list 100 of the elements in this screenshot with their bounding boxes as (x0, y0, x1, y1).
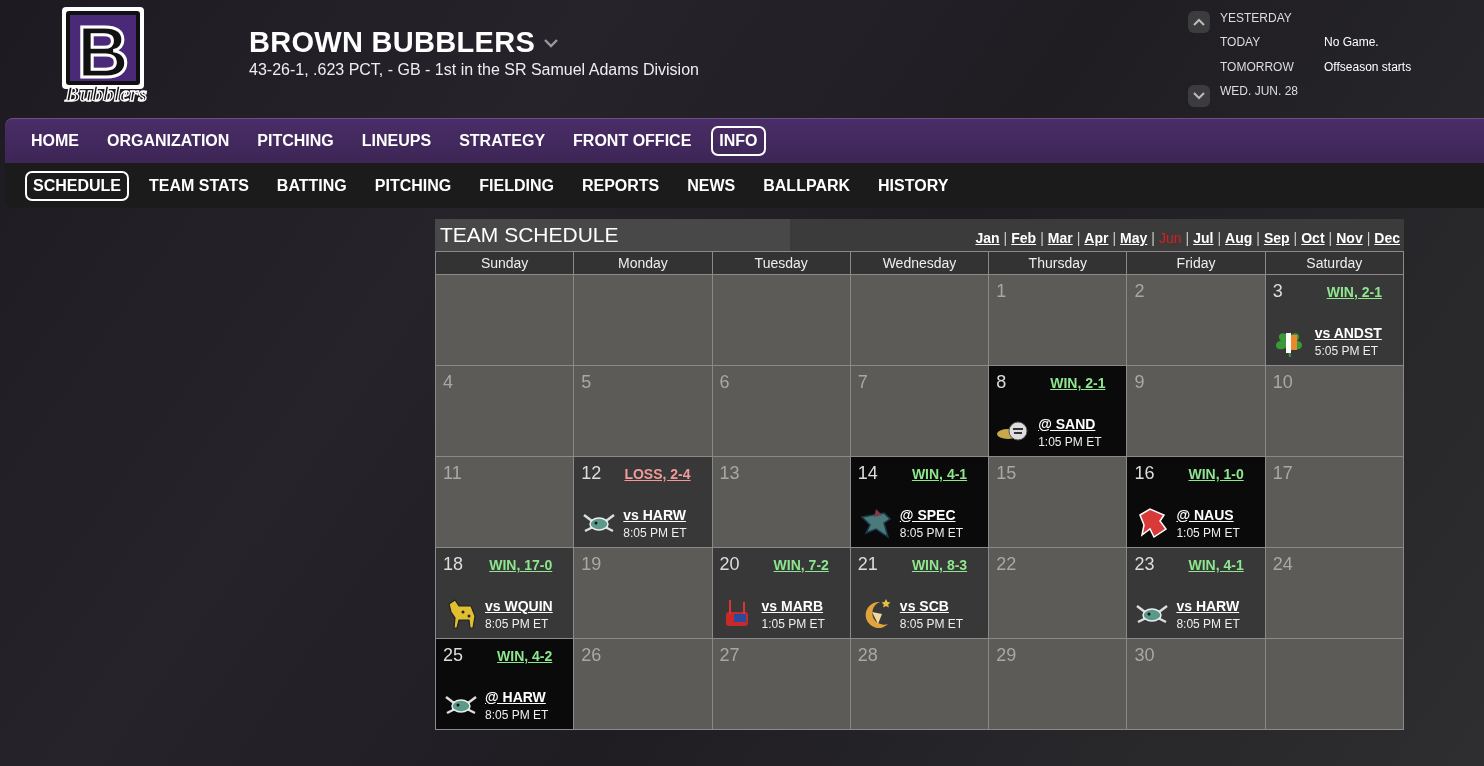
month-link[interactable]: Feb (1011, 230, 1037, 246)
game-result-link[interactable]: WIN, 17-0 (489, 557, 553, 573)
team-name: BROWN BUBBLERS (249, 26, 536, 59)
day-number: 27 (719, 645, 740, 666)
day-number: 10 (1272, 372, 1293, 393)
weekday-header: Wednesday (850, 252, 990, 275)
scroll-up-button[interactable] (1188, 11, 1210, 33)
game-time: 1:05 PM ET (761, 616, 825, 631)
day-number: 2 (1134, 281, 1145, 302)
separator: | (1076, 230, 1081, 246)
month-link[interactable]: Dec (1374, 230, 1400, 246)
day-number: 12 (581, 463, 602, 484)
nav-tab[interactable]: ORGANIZATION (99, 126, 238, 156)
game-time: 1:05 PM ET (1038, 434, 1102, 449)
separator: | (1003, 230, 1008, 246)
day-number: 16 (1134, 463, 1155, 484)
sub-nav-tab[interactable]: FIELDING (471, 170, 562, 201)
opponent-link[interactable]: @ HARW (485, 688, 549, 705)
month-link[interactable]: Nov (1336, 230, 1363, 246)
day-number: 21 (857, 554, 878, 575)
day-number: 20 (719, 554, 740, 575)
nav-tab[interactable]: LINEUPS (353, 126, 440, 156)
day-number: 29 (996, 645, 1017, 666)
game-result-link[interactable]: WIN, 8-3 (911, 557, 968, 573)
month-link[interactable]: May (1120, 230, 1148, 246)
day-number: 9 (1134, 372, 1145, 393)
month-link[interactable]: Aug (1225, 230, 1253, 246)
separator: | (1112, 230, 1117, 246)
opponent-link[interactable]: vs HARW (1176, 597, 1240, 614)
sub-nav-tab[interactable]: SCHEDULE (25, 170, 129, 201)
opponent-link[interactable]: @ NAUS (1176, 506, 1240, 523)
day-number: 30 (1134, 645, 1155, 666)
nav-tab[interactable]: STRATEGY (451, 126, 554, 156)
day-number: 6 (719, 372, 730, 393)
game-time: 1:05 PM ET (1176, 525, 1240, 540)
opponent-link[interactable]: @ SAND (1038, 415, 1102, 432)
dropdown-chevron-icon[interactable] (543, 37, 560, 48)
month-link[interactable]: Jan (975, 230, 1000, 246)
game-note: Offseason starts (1324, 59, 1412, 74)
opponent-link[interactable]: vs MARB (761, 597, 825, 614)
game-result-link[interactable]: WIN, 2-1 (1050, 375, 1106, 391)
opponent-link[interactable]: vs SCB (899, 597, 964, 614)
sub-nav-tab[interactable]: NEWS (679, 170, 744, 201)
nav-tab[interactable]: HOME (23, 126, 87, 156)
opponent-link[interactable]: vs HARW (623, 506, 687, 523)
sub-nav-tab[interactable]: HISTORY (870, 170, 957, 201)
month-link[interactable]: Sep (1263, 230, 1290, 246)
day-number: 13 (719, 463, 740, 484)
weekday-header: Friday (1127, 252, 1266, 275)
day-label: WED. JUN. 28 (1220, 83, 1298, 98)
nav-tab[interactable]: INFO (711, 126, 766, 156)
month-link[interactable]: Oct (1301, 230, 1325, 246)
month-link[interactable]: Mar (1047, 230, 1073, 246)
opponent-link[interactable]: vs ANDST (1314, 324, 1382, 341)
chevron-up-icon (1193, 18, 1205, 26)
day-number: 11 (443, 463, 462, 484)
opponent-link[interactable]: vs WQUIN (485, 597, 553, 614)
sub-nav-tab[interactable]: REPORTS (573, 170, 668, 201)
game-result-link[interactable]: WIN, 1-0 (1188, 466, 1244, 482)
sub-nav-tab[interactable]: PITCHING (366, 170, 460, 201)
game-result-link[interactable]: WIN, 4-1 (911, 466, 968, 482)
game-result-link[interactable]: WIN, 2-1 (1326, 284, 1382, 300)
day-number: 24 (1272, 554, 1293, 575)
weekday-header: Sunday (436, 252, 575, 275)
game-result-link[interactable]: WIN, 7-2 (773, 557, 829, 573)
team-record: 43-26-1, .623 PCT, - GB - 1st in the SR Samuel Adams Division (249, 61, 699, 79)
month-link[interactable]: Jul (1193, 230, 1214, 246)
game-result-link[interactable]: LOSS, 2-4 (624, 466, 691, 482)
separator: | (1151, 230, 1155, 246)
nav-tab[interactable]: FRONT OFFICE (565, 126, 700, 156)
scroll-down-button[interactable] (1188, 85, 1210, 107)
game-time: 8:05 PM ET (485, 707, 549, 722)
separator: | (1217, 230, 1222, 246)
day-number: 5 (581, 372, 592, 393)
day-number: 19 (581, 554, 602, 575)
day-number: 8 (996, 372, 1007, 393)
day-number: 4 (443, 372, 453, 393)
separator: | (1256, 230, 1260, 246)
separator: | (1366, 230, 1371, 246)
day-number: 7 (857, 372, 868, 393)
day-number: 1 (996, 281, 1007, 302)
nav-tab[interactable]: PITCHING (249, 126, 342, 156)
day-number: 3 (1272, 281, 1283, 302)
month-link[interactable]: Apr (1084, 230, 1109, 246)
day-number: 17 (1272, 463, 1293, 484)
sub-nav-tab[interactable]: BATTING (268, 170, 355, 201)
game-time: 8:05 PM ET (1176, 616, 1240, 631)
sub-nav-tab[interactable]: TEAM STATS (141, 170, 257, 201)
day-number: 25 (443, 645, 464, 666)
separator: | (1185, 230, 1190, 246)
day-label: TODAY (1220, 35, 1261, 50)
game-time: 8:05 PM ET (485, 616, 550, 631)
game-result-link[interactable]: WIN, 4-2 (497, 648, 553, 664)
opponent-link[interactable]: @ SPEC (899, 506, 964, 523)
game-time: 8:05 PM ET (899, 616, 964, 631)
game-result-link[interactable]: WIN, 4-1 (1188, 557, 1244, 573)
day-number: 28 (857, 645, 878, 666)
sub-nav-tab[interactable]: BALLPARK (755, 170, 859, 201)
game-time: 8:05 PM ET (623, 525, 687, 540)
weekday-header: Saturday (1265, 252, 1404, 275)
